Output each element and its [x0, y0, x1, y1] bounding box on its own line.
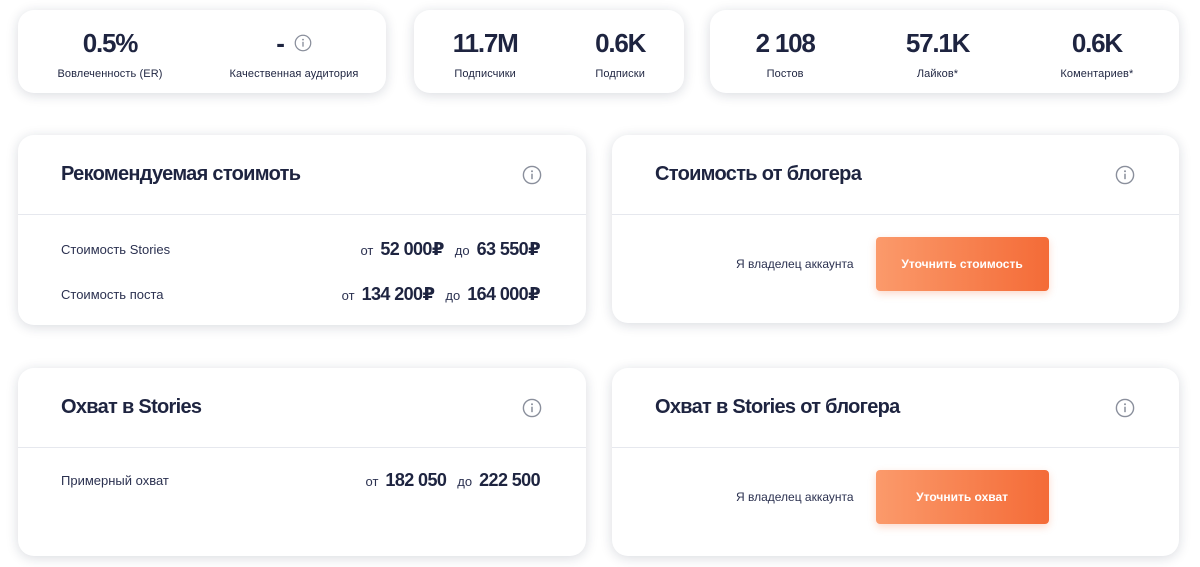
clarify-reach-button[interactable]: Уточнить охват: [875, 470, 1049, 524]
likes-value: 57.1K: [905, 28, 971, 58]
subscriptions-value: 0.6K: [595, 28, 646, 58]
blogger-reach-header: Охват в Stories от блогера: [612, 368, 1179, 448]
stories-cost-to: 63 550₽: [476, 239, 541, 259]
blogger-reach-title: Охват в Stories от блогера: [655, 396, 900, 418]
posts-stat: 2 108 Постов: [755, 28, 816, 80]
blogger-reach-card: Охват в Stories от блогера Я владелец ак…: [612, 368, 1179, 556]
stories-reach-header: Охват в Stories: [18, 368, 586, 448]
info-icon[interactable]: [1115, 165, 1135, 185]
quality-audience-value-wrap: -: [276, 28, 312, 58]
owner-block: Я владелец аккаунта Уточнить охват: [736, 470, 1049, 524]
posts-label: Постов: [766, 68, 804, 80]
owner-label: Я владелец аккаунта: [736, 490, 854, 504]
info-icon[interactable]: [522, 165, 542, 185]
engagement-value: 0.5%: [82, 28, 139, 58]
comments-stat: 0.6K Коментариев*: [1060, 28, 1133, 80]
stories-reach-title: Охват в Stories: [61, 396, 202, 418]
comments-label: Коментариев*: [1060, 68, 1134, 80]
stories-cost-label: Стоимость Stories: [61, 242, 171, 257]
subscribers-label: Подписчики: [454, 68, 516, 80]
blogger-cost-card: Стоимость от блогера Я владелец аккаунта…: [612, 135, 1179, 323]
clarify-cost-button[interactable]: Уточнить стоимость: [875, 237, 1049, 291]
reach-to: 222 500: [479, 470, 540, 490]
likes-label: Лайков*: [916, 68, 959, 80]
from-word: от: [360, 243, 374, 258]
info-icon[interactable]: [1115, 398, 1135, 418]
to-word: до: [457, 474, 473, 489]
post-cost-range: от 134 200₽ до 164 000₽: [341, 284, 541, 305]
from-word: от: [365, 474, 379, 489]
info-icon[interactable]: [522, 398, 542, 418]
post-cost-from: 134 200₽: [361, 284, 435, 304]
recommended-cost-title: Рекомендуемая стоимоть: [61, 163, 301, 185]
blogger-cost-title: Стоимость от блогера: [655, 163, 862, 185]
engagement-label: Вовлеченность (ER): [57, 68, 163, 80]
stories-cost-range: от 52 000₽ до 63 550₽: [360, 239, 540, 260]
reach-from: 182 050: [385, 470, 447, 490]
post-cost-label: Стоимость поста: [61, 287, 164, 302]
stories-cost-row: Стоимость Stories от 52 000₽ до 63 550₽: [61, 239, 541, 260]
recommended-cost-header: Рекомендуемая стоимоть: [18, 135, 586, 215]
posts-value: 2 108: [755, 28, 816, 58]
stories-cost-from: 52 000₽: [380, 239, 444, 259]
subscribers-value: 11.7M: [452, 28, 519, 58]
reach-row: Примерный охват от 182 050 до 222 500: [61, 470, 541, 491]
reach-range: от 182 050 до 222 500: [365, 470, 541, 491]
from-word: от: [341, 288, 355, 303]
likes-stat: 57.1K Лайков*: [905, 28, 971, 80]
blogger-cost-header: Стоимость от блогера: [612, 135, 1179, 215]
quality-audience-label: Качественная аудитория: [229, 68, 359, 80]
stats-card-engagement: 0.5% Вовлеченность (ER) - Качественная а…: [18, 10, 386, 93]
comments-value: 0.6K: [1071, 28, 1123, 58]
to-word: до: [454, 243, 470, 258]
owner-block: Я владелец аккаунта Уточнить стоимость: [736, 237, 1049, 291]
to-word: до: [445, 288, 461, 303]
subscriptions-label: Подписки: [595, 68, 645, 80]
recommended-cost-card: Рекомендуемая стоимоть Стоимость Stories…: [18, 135, 586, 325]
reach-label: Примерный охват: [61, 473, 169, 488]
stats-card-followers: 11.7M Подписчики 0.6K Подписки: [414, 10, 684, 93]
quality-audience-value: -: [276, 28, 285, 58]
stories-reach-card: Охват в Stories Примерный охват от 182 0…: [18, 368, 586, 556]
post-cost-to: 164 000₽: [467, 284, 540, 304]
subscribers-stat: 11.7M Подписчики: [452, 28, 519, 80]
info-icon[interactable]: [294, 34, 312, 52]
stats-card-content: 2 108 Постов 57.1K Лайков* 0.6K Коментар…: [710, 10, 1179, 93]
quality-audience-stat: - Качественная аудитория: [204, 28, 384, 80]
engagement-stat: 0.5% Вовлеченность (ER): [20, 28, 200, 80]
owner-label: Я владелец аккаунта: [736, 257, 854, 271]
post-cost-row: Стоимость поста от 134 200₽ до 164 000₽: [61, 284, 541, 305]
subscriptions-stat: 0.6K Подписки: [595, 28, 646, 80]
